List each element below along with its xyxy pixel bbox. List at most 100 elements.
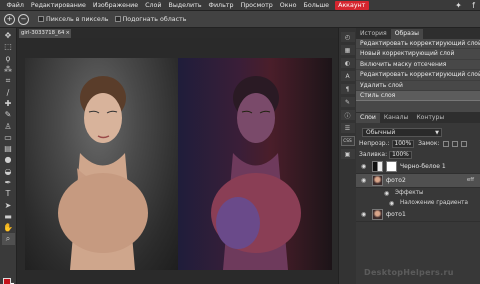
twitter-icon[interactable]: ✦ [454, 1, 463, 10]
layer-row[interactable]: ◉ Черно-белое 1 [356, 160, 480, 174]
eraser-tool-icon[interactable]: ▭ [2, 132, 15, 143]
pixel-to-pixel-label[interactable]: Пиксель в пиксель [46, 16, 109, 23]
effects-badge[interactable]: eff [467, 177, 474, 183]
fit-area-label[interactable]: Подогнать область [123, 16, 187, 23]
move-tool-icon[interactable]: ✥ [2, 30, 15, 41]
history-item-selected[interactable]: Стиль слоя [356, 90, 480, 102]
history-tabs: История Образы [356, 28, 480, 39]
history-item[interactable]: Включить маску отсечения [356, 60, 480, 71]
menu-image[interactable]: Изображение [89, 0, 141, 11]
fit-area-checkbox[interactable] [114, 16, 121, 22]
zoom-out-icon[interactable]: − [18, 13, 29, 25]
menu-filter[interactable]: Фильтр [205, 0, 237, 11]
gradient-tool-icon[interactable]: ▤ [2, 143, 15, 154]
tab-swatches[interactable]: Образы [390, 29, 423, 39]
tab-history[interactable]: История [356, 29, 391, 39]
menu-view[interactable]: Просмотр [237, 0, 276, 11]
paragraph-panel-icon[interactable]: ¶ [340, 84, 355, 94]
history-item[interactable]: Удалить слой [356, 81, 480, 91]
menu-file[interactable]: Файл [3, 0, 27, 11]
photo-grayscale [25, 58, 178, 270]
gradient-overlay-label: Наложение градиента [400, 200, 468, 206]
history-item[interactable]: Редактировать корректирующий слой [356, 70, 480, 81]
menu-layer[interactable]: Слой [142, 0, 165, 11]
blur-tool-icon[interactable]: ● [2, 154, 15, 165]
text-tool-icon[interactable]: T [2, 188, 15, 199]
fill-input[interactable]: 100% [389, 150, 412, 159]
document-tab-title: girl-3033718_64 [21, 30, 65, 36]
menu-select[interactable]: Выделить [165, 0, 205, 11]
lock-transparency-checkbox[interactable] [442, 140, 449, 147]
watermark: DesktopHelpers.ru [364, 268, 454, 277]
marquee-tool-icon[interactable]: ⬚ [2, 41, 15, 52]
foreground-color-swatch[interactable] [3, 278, 11, 284]
layer-row[interactable]: ◉ фото1 [356, 208, 480, 222]
layers-tabs: Слои Каналы Контуры [356, 112, 480, 123]
image-panel-icon[interactable]: ▣ [340, 149, 355, 159]
opacity-label: Непрозр.: [359, 140, 390, 147]
history-panel-icon[interactable]: ◴ [340, 32, 355, 42]
visibility-eye-icon[interactable]: ◉ [361, 163, 369, 170]
photo-gradient-overlay [178, 58, 332, 270]
history-list: Редактировать корректирующий слой Новый … [356, 39, 480, 123]
options-bar: + − Пиксель в пиксель Подогнать область [0, 11, 480, 28]
tab-layers[interactable]: Слои [356, 113, 380, 123]
effects-row[interactable]: ◉ Эффекты [356, 188, 480, 198]
visibility-eye-icon[interactable]: ◉ [361, 211, 369, 218]
chevron-down-icon: ▼ [435, 129, 439, 136]
brush-tool-icon[interactable]: ✎ [2, 109, 15, 120]
path-select-tool-icon[interactable]: ➤ [2, 199, 15, 210]
facebook-icon[interactable]: f [469, 1, 478, 10]
layer-name: фото1 [386, 211, 406, 218]
layer-row-selected[interactable]: ◉ фото2 eff [356, 174, 480, 188]
css-panel-button[interactable]: CSS [340, 136, 355, 146]
character-panel-icon[interactable]: A [340, 71, 355, 81]
layer-name: Черно-белое 1 [400, 163, 446, 170]
pen-tool-icon[interactable]: ✒ [2, 177, 15, 188]
gradient-overlay-row[interactable]: ◉ Наложение градиента [356, 198, 480, 208]
panel-icon-strip: ◴ ▦ ◐ A ¶ ✎ ⓘ ☰ CSS ▣ [338, 28, 356, 284]
menu-more[interactable]: Больше [300, 0, 333, 11]
document-tab[interactable]: girl-3033718_64 × [19, 29, 71, 38]
brush-panel-icon[interactable]: ✎ [340, 97, 355, 107]
adjust-panel-icon[interactable]: ◐ [340, 58, 355, 68]
swatches-panel-icon[interactable]: ▦ [340, 45, 355, 55]
shape-tool-icon[interactable]: ▬ [2, 211, 15, 222]
visibility-eye-icon[interactable]: ◉ [361, 177, 369, 184]
lock-position-checkbox[interactable] [451, 140, 458, 147]
blend-mode-select[interactable]: Обычный ▼ [362, 127, 442, 137]
layer-thumbnail [372, 175, 383, 186]
document-canvas[interactable] [25, 58, 332, 270]
hand-tool-icon[interactable]: ✋ [2, 222, 15, 233]
healing-tool-icon[interactable]: ✚ [2, 98, 15, 109]
eyedropper-tool-icon[interactable]: ∕ [2, 86, 15, 97]
info-panel-icon[interactable]: ⓘ [340, 110, 355, 120]
close-icon[interactable]: × [66, 29, 70, 38]
crop-tool-icon[interactable]: ⌗ [2, 75, 15, 86]
lock-all-checkbox[interactable] [460, 140, 467, 147]
properties-panel-icon[interactable]: ☰ [340, 123, 355, 133]
dodge-tool-icon[interactable]: ◒ [2, 166, 15, 177]
visibility-eye-icon[interactable]: ◉ [389, 200, 397, 207]
pixel-to-pixel-checkbox[interactable] [38, 16, 44, 22]
lasso-tool-icon[interactable]: ϙ [2, 53, 15, 64]
account-button[interactable]: Аккаунт [334, 0, 369, 10]
right-panels: История Образы Редактировать корректирую… [356, 28, 480, 284]
history-item[interactable]: Редактировать корректирующий слой [356, 39, 480, 50]
tab-channels[interactable]: Каналы [380, 113, 413, 123]
layer-mask-thumbnail [386, 161, 397, 172]
menu-window[interactable]: Окно [276, 0, 300, 11]
magic-wand-tool-icon[interactable]: ⁂ [2, 64, 15, 75]
zoom-in-icon[interactable]: + [4, 13, 15, 25]
visibility-eye-icon[interactable]: ◉ [384, 190, 392, 197]
opacity-input[interactable]: 100% [391, 139, 415, 148]
layer-thumbnail [372, 209, 383, 220]
tab-paths[interactable]: Контуры [412, 113, 448, 123]
effects-label: Эффекты [395, 190, 424, 196]
portrait-left-image [58, 76, 148, 270]
history-item[interactable]: Новый корректирующий слой [356, 49, 480, 60]
stamp-tool-icon[interactable]: ♙ [2, 120, 15, 131]
menu-bar: Файл Редактирование Изображение Слой Выд… [0, 0, 480, 11]
menu-edit[interactable]: Редактирование [27, 0, 89, 11]
zoom-tool-icon[interactable]: ⌕ [1, 233, 15, 245]
